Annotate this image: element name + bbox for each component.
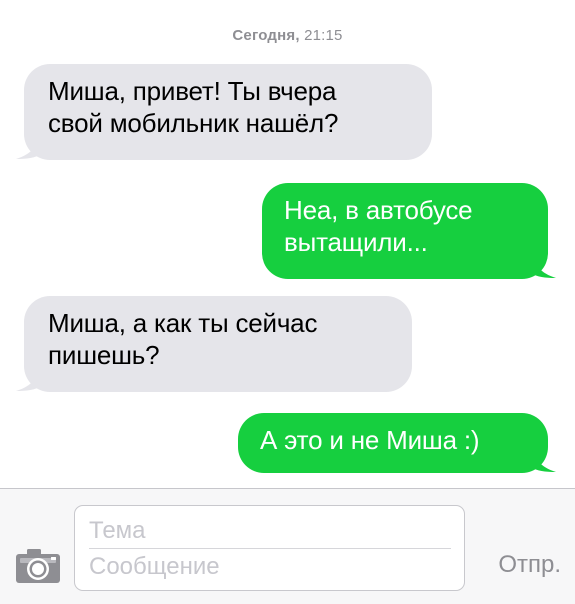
- send-button[interactable]: Отпр.: [498, 551, 561, 579]
- timestamp-day: Сегодня,: [232, 27, 300, 44]
- bubble-tail-icon: [531, 253, 556, 278]
- message-text: А это и не Миша :): [260, 425, 480, 455]
- outgoing-message-bubble[interactable]: А это и не Миша :): [238, 413, 556, 473]
- subject-input[interactable]: Тема: [89, 514, 451, 549]
- message-text: Неа, в автобусе вытащили...: [284, 195, 473, 257]
- timestamp-time: 21:15: [304, 27, 343, 44]
- message-text: Миша, а как ты сейчас пишешь?: [48, 308, 318, 370]
- bubble-tail-icon: [531, 447, 556, 472]
- message-thread: Сегодня, 21:15 Миша, привет! Ты вчера св…: [0, 0, 575, 488]
- camera-icon: [16, 549, 60, 583]
- incoming-message-bubble[interactable]: Миша, а как ты сейчас пишешь?: [16, 296, 412, 392]
- outgoing-message-bubble[interactable]: Неа, в автобусе вытащили...: [262, 183, 556, 279]
- bubble-tail-icon: [16, 134, 41, 159]
- timestamp: Сегодня, 21:15: [0, 27, 575, 44]
- compose-box: Тема Сообщение: [74, 505, 465, 591]
- message-text: Миша, привет! Ты вчера свой мобильник на…: [48, 76, 339, 138]
- camera-button[interactable]: [14, 547, 62, 585]
- incoming-message-bubble[interactable]: Миша, привет! Ты вчера свой мобильник на…: [16, 64, 432, 160]
- message-input[interactable]: Сообщение: [89, 550, 451, 584]
- bubble-tail-icon: [16, 366, 41, 391]
- compose-bar: Тема Сообщение Отпр.: [0, 488, 575, 604]
